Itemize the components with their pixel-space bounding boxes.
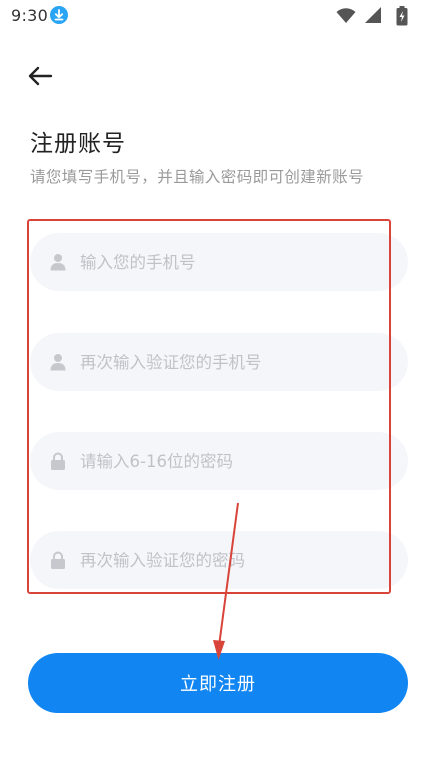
download-icon xyxy=(50,6,68,24)
battery-charging-icon xyxy=(396,6,408,30)
back-button[interactable] xyxy=(24,60,56,92)
wifi-icon xyxy=(336,8,356,28)
status-time: 9:30 xyxy=(11,6,49,25)
arrow-left-icon xyxy=(28,66,53,86)
page-title: 注册账号 xyxy=(30,131,126,157)
signal-icon xyxy=(364,7,382,28)
register-button[interactable]: 立即注册 xyxy=(28,653,408,713)
status-bar: 9:30 xyxy=(0,0,436,32)
annotation-highlight-box xyxy=(27,219,391,594)
page-subtitle: 请您填写手机号，并且输入密码即可创建新账号 xyxy=(30,168,364,186)
register-screen: 9:30 注册账号 请您填写手机号，并且输入密码即可创建新账号 输入您的手机号 … xyxy=(0,0,436,775)
